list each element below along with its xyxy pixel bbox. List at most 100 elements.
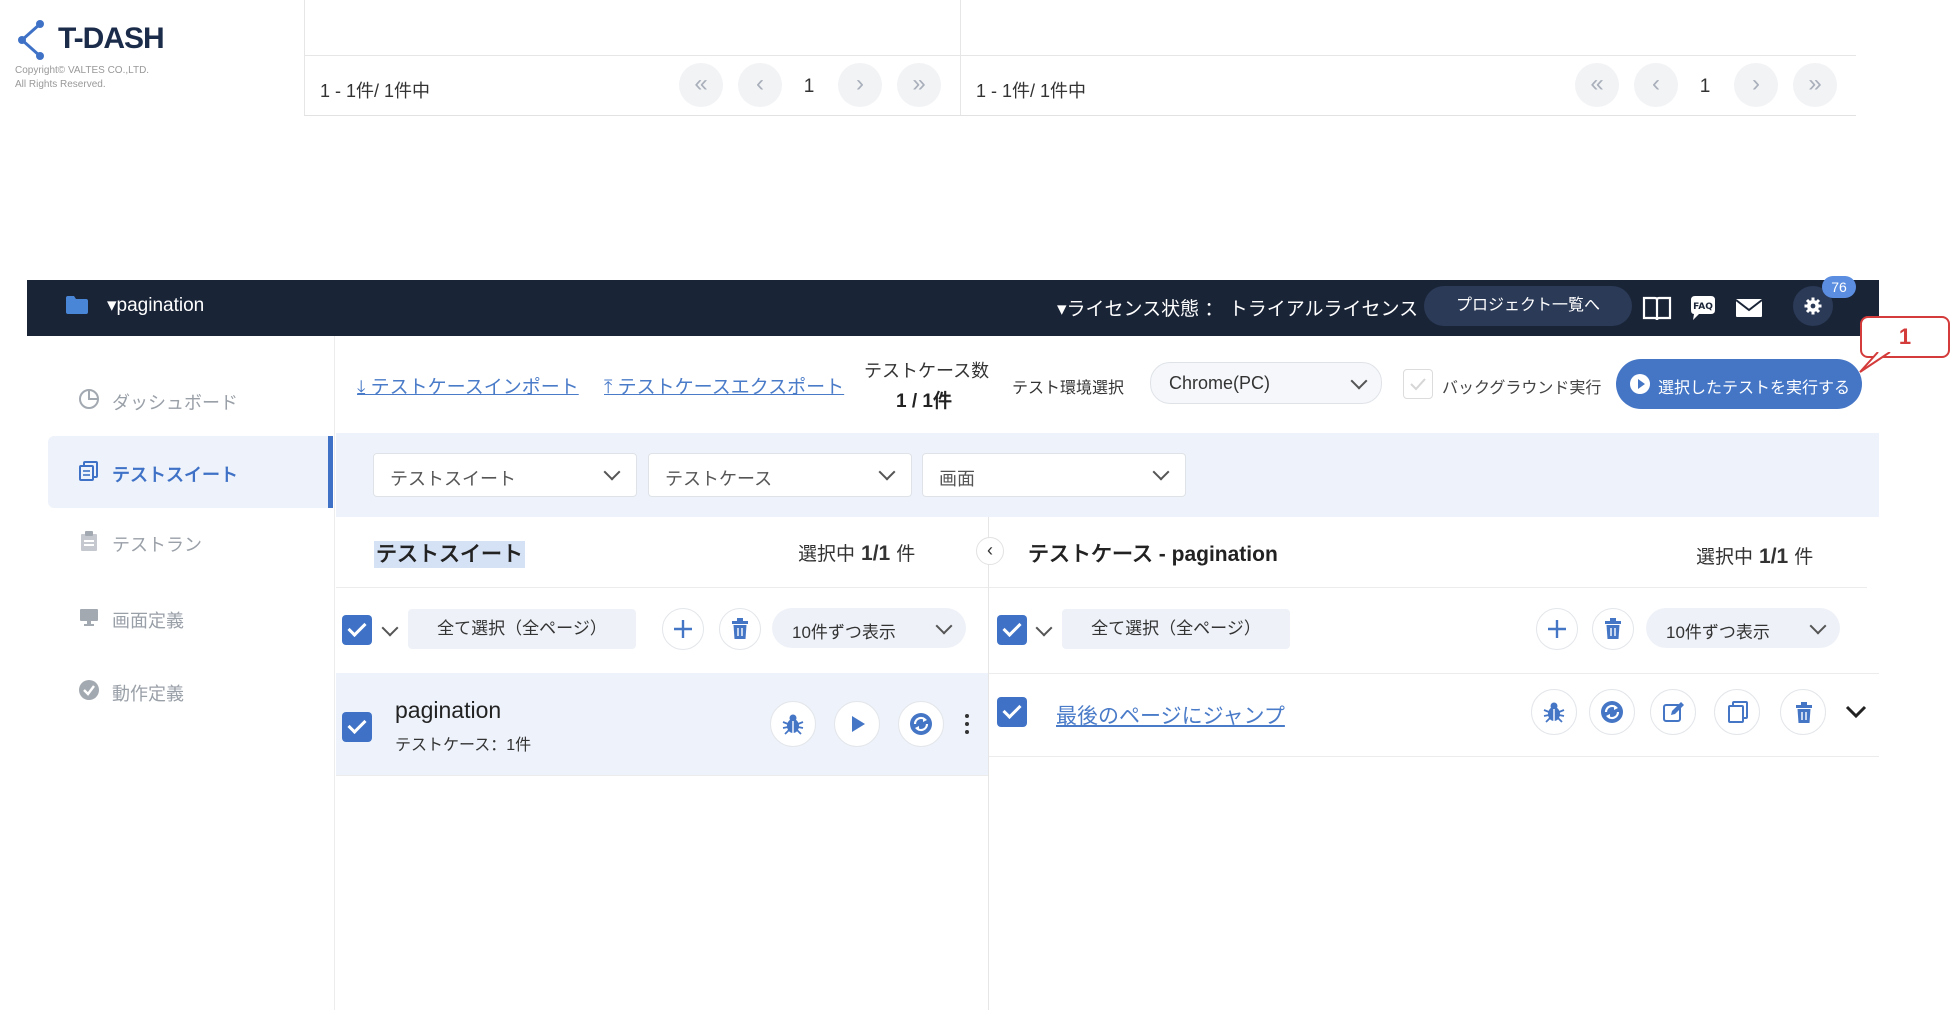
delete-case-row-button[interactable] — [1780, 689, 1826, 735]
last-page-button[interactable]: » — [1793, 63, 1837, 107]
copyright: Copyright© VALTES CO.,LTD. All Rights Re… — [15, 65, 150, 90]
case-select-all-pages-button[interactable]: 全て選択（全ページ） — [1062, 609, 1290, 649]
testcase-count-value: 1 / 1件 — [896, 391, 952, 412]
previous-pagination-area: 1 - 1件/ 1件中 « ‹ 1 › » 1 - 1件/ 1件中 « ‹ 1 … — [304, 0, 1856, 116]
case-per-page-select[interactable]: 10件ずつ表示 — [1646, 608, 1840, 648]
divider — [304, 0, 305, 115]
sidebar-item-testrun[interactable]: テストラン — [78, 528, 328, 558]
chevron-down-icon — [1809, 617, 1827, 635]
check-icon — [1410, 378, 1426, 391]
sidebar-item-dashboard[interactable]: ダッシュボード — [78, 386, 328, 416]
testcase-import-link[interactable]: ⤓ テストケースインポート — [357, 372, 579, 399]
chevron-down-icon — [603, 463, 621, 481]
manual-book-icon[interactable] — [1641, 292, 1673, 324]
sidebar-item-label: ダッシュボード — [112, 393, 238, 413]
prev-page-button[interactable]: ‹ — [1634, 63, 1678, 107]
case-panel-title: テストケース - pagination — [1028, 543, 1278, 566]
next-page-button[interactable]: › — [838, 63, 882, 107]
license-status[interactable]: ▾ライセンス状態 ： トライアルライセンス — [1057, 294, 1418, 321]
chevron-down-icon[interactable] — [381, 619, 399, 637]
chevron-down-icon[interactable] — [1035, 619, 1053, 637]
divider — [989, 673, 1879, 674]
case-filter-select[interactable]: テストケース — [648, 453, 912, 497]
suite-testcase-count: テストケース：1件 — [395, 737, 532, 754]
more-options-icon[interactable] — [965, 714, 969, 738]
delete-case-button[interactable] — [1592, 608, 1634, 650]
bug-icon — [1543, 702, 1565, 723]
run-suite-button[interactable] — [834, 701, 880, 747]
copy-icon — [79, 461, 98, 481]
trash-icon — [732, 618, 748, 639]
prev-page-button[interactable]: ‹ — [738, 63, 782, 107]
screen-filter-select[interactable]: 画面 — [922, 453, 1186, 497]
suite-row[interactable] — [336, 673, 988, 775]
callout-pointer — [1859, 352, 1891, 373]
sync-suite-button[interactable] — [898, 701, 944, 747]
bug-icon — [782, 714, 804, 735]
chevron-down-icon — [1152, 463, 1170, 481]
monitor-icon — [80, 609, 98, 626]
case-row-checkbox[interactable] — [997, 697, 1027, 727]
testcase-link[interactable]: 最後のページにジャンプ — [1056, 700, 1285, 730]
sidebar-item-screen-definition[interactable]: 画面定義 — [78, 604, 328, 634]
chevron-down-icon — [935, 617, 953, 635]
sync-case-button[interactable] — [1589, 689, 1635, 735]
sync-icon — [1601, 701, 1623, 723]
sidebar-item-testsuite[interactable]: テストスイート — [78, 458, 328, 488]
next-page-button[interactable]: › — [1734, 63, 1778, 107]
copy-case-button[interactable] — [1714, 689, 1760, 735]
chevron-down-icon — [878, 463, 896, 481]
debug-case-button[interactable] — [1531, 689, 1577, 735]
sidebar-item-label: 動作定義 — [112, 684, 184, 704]
project-selector[interactable]: ▾pagination — [107, 294, 204, 317]
first-page-button[interactable]: « — [679, 63, 723, 107]
trash-icon — [1605, 618, 1621, 639]
clipboard-icon — [81, 531, 97, 551]
sync-icon — [910, 713, 932, 735]
sidebar-item-action-definition[interactable]: 動作定義 — [78, 677, 328, 707]
background-run-checkbox[interactable] — [1403, 369, 1433, 399]
page-number: 1 — [803, 76, 815, 97]
sidebar-item-label: テストラン — [112, 535, 202, 555]
env-select[interactable]: Chrome(PC) — [1150, 362, 1382, 404]
play-icon — [852, 716, 865, 732]
env-select-value: Chrome(PC) — [1169, 373, 1271, 393]
env-select-label: テスト環境選択 — [1012, 380, 1125, 397]
testcase-export-link[interactable]: ⤒ テストケースエクスポート — [604, 372, 844, 399]
gear-icon — [1804, 297, 1822, 315]
divider — [304, 55, 1856, 56]
suite-per-page-select[interactable]: 10件ずつ表示 — [772, 608, 966, 648]
debug-suite-button[interactable] — [770, 701, 816, 747]
expand-chevron-icon[interactable] — [1844, 704, 1868, 720]
edit-case-button[interactable] — [1650, 689, 1696, 735]
plus-icon — [674, 620, 692, 638]
copy-icon — [1728, 701, 1748, 723]
mail-icon[interactable] — [1733, 292, 1765, 324]
pie-chart-icon — [79, 389, 99, 409]
case-selection-count: 選択中 1/1 件 — [1696, 545, 1814, 568]
sidebar-divider — [334, 336, 335, 1010]
collapse-panel-button[interactable]: ‹ — [976, 537, 1004, 565]
divider — [989, 587, 1867, 588]
faq-icon[interactable]: FAQ — [1687, 292, 1719, 324]
suite-name[interactable]: pagination — [395, 697, 501, 724]
edit-icon — [1663, 702, 1684, 722]
project-list-button[interactable]: プロジェクト一覧へ — [1424, 286, 1632, 326]
run-selected-tests-button[interactable]: 選択したテストを実行する — [1616, 359, 1862, 409]
page-number: 1 — [1699, 76, 1711, 97]
suite-filter-select[interactable]: テストスイート — [373, 453, 637, 497]
suite-selection-count: 選択中 1/1 件 — [798, 542, 916, 565]
suite-row-checkbox[interactable] — [342, 712, 372, 742]
brand-name: T-DASH — [58, 22, 165, 55]
suite-select-all-checkbox[interactable] — [342, 615, 372, 645]
divider — [989, 756, 1879, 757]
divider — [960, 0, 961, 115]
suite-select-all-pages-button[interactable]: 全て選択（全ページ） — [408, 609, 636, 649]
delete-suite-button[interactable] — [719, 608, 761, 650]
last-page-button[interactable]: » — [897, 63, 941, 107]
case-select-all-checkbox[interactable] — [997, 615, 1027, 645]
add-case-button[interactable] — [1536, 608, 1578, 650]
add-suite-button[interactable] — [662, 608, 704, 650]
app-header: ▾pagination ▾ライセンス状態 ： トライアルライセンス プロジェクト… — [27, 276, 1879, 336]
first-page-button[interactable]: « — [1575, 63, 1619, 107]
